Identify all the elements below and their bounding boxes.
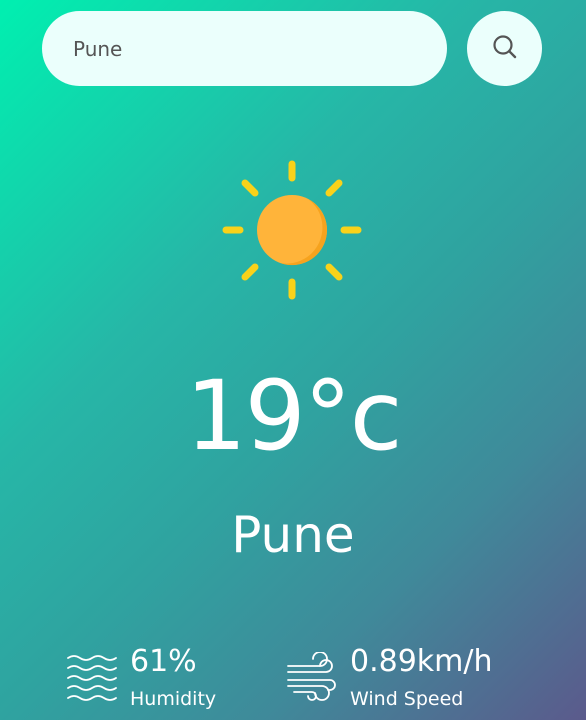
wind-value: 0.89km/h xyxy=(350,644,493,679)
sun-icon xyxy=(222,160,362,300)
search-button[interactable] xyxy=(467,11,542,86)
search-icon xyxy=(492,34,518,64)
search-input[interactable] xyxy=(73,36,413,61)
humidity-label: Humidity xyxy=(130,688,217,710)
search-bar[interactable] xyxy=(42,11,447,86)
humidity-icon xyxy=(66,652,118,704)
temperature: 19°c xyxy=(185,360,403,472)
wind-icon xyxy=(286,651,338,704)
wind-detail: 0.89km/h Wind Speed xyxy=(286,642,493,716)
humidity-value: 61% xyxy=(130,644,197,679)
humidity-detail: 61% Humidity xyxy=(66,642,216,716)
city-name: Pune xyxy=(231,506,355,564)
wind-label: Wind Speed xyxy=(350,688,464,710)
